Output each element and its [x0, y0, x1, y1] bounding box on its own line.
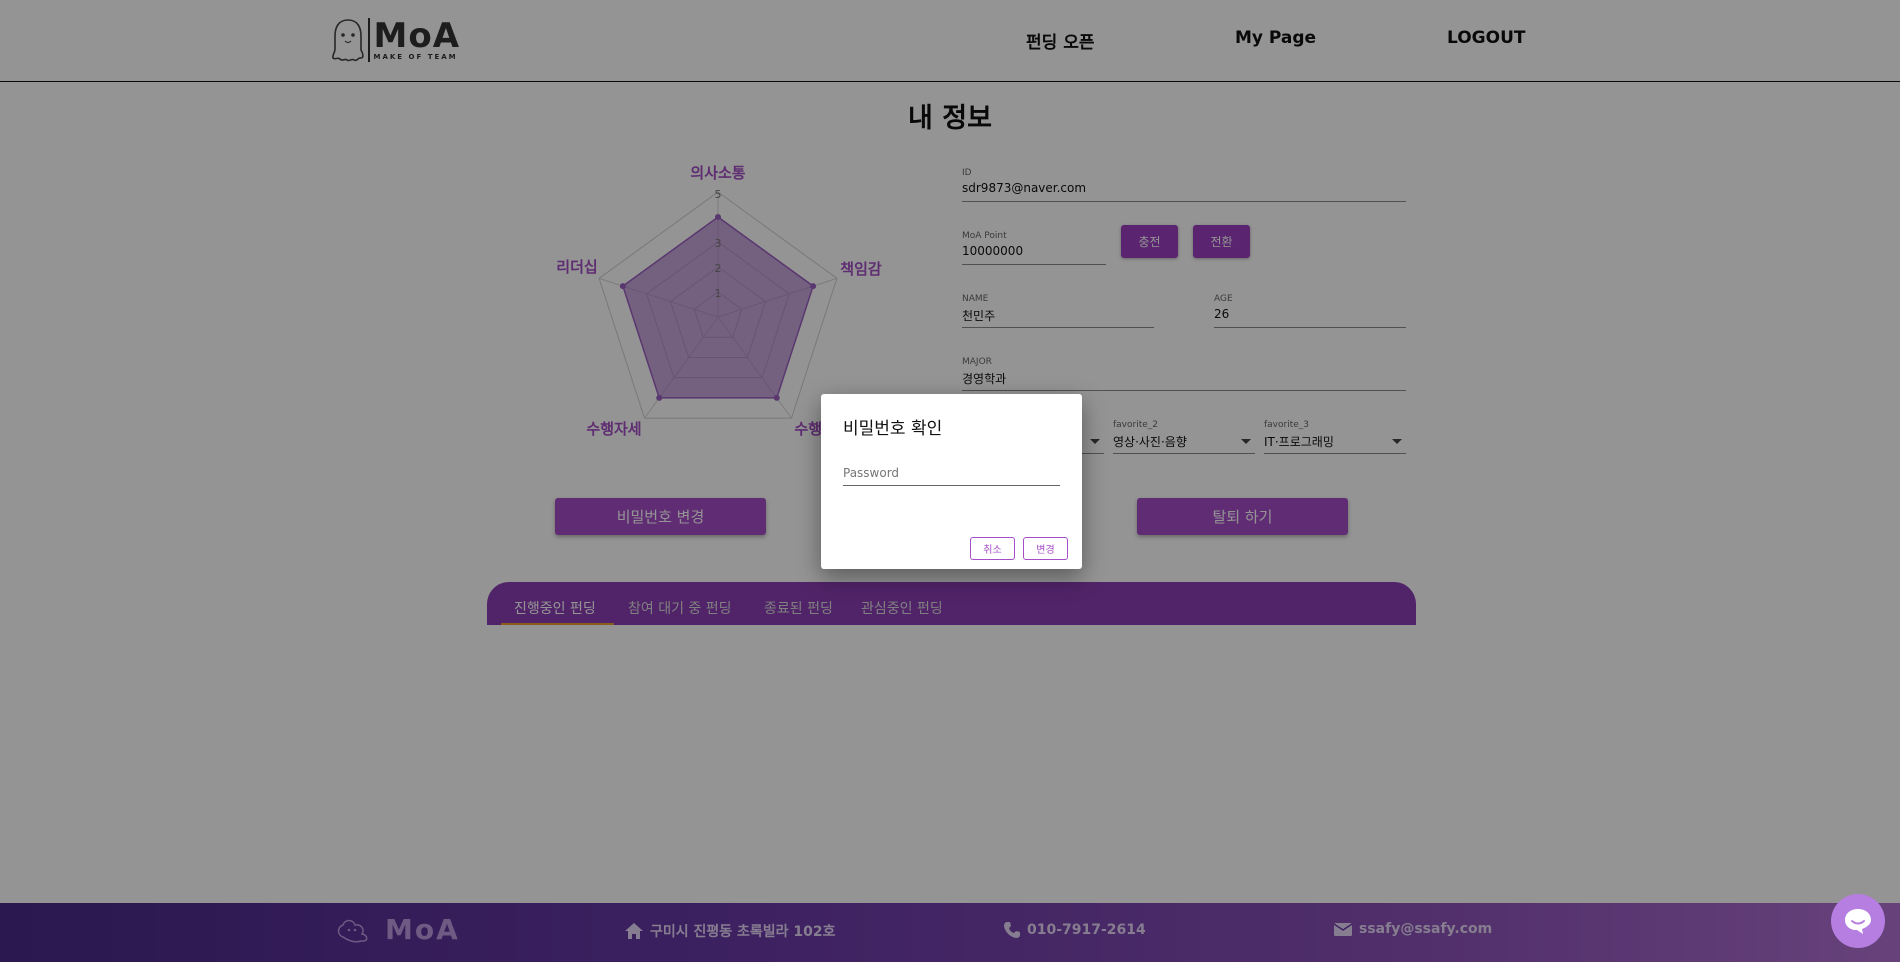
password-confirm-dialog: 비밀번호 확인 취소 변경 [821, 394, 1082, 569]
password-input[interactable] [843, 460, 1060, 486]
chat-bubble-icon [1845, 909, 1871, 934]
confirm-change-button[interactable]: 변경 [1023, 537, 1068, 560]
dialog-title: 비밀번호 확인 [843, 419, 943, 439]
chat-button[interactable] [1831, 894, 1885, 948]
cancel-button[interactable]: 취소 [970, 537, 1015, 560]
